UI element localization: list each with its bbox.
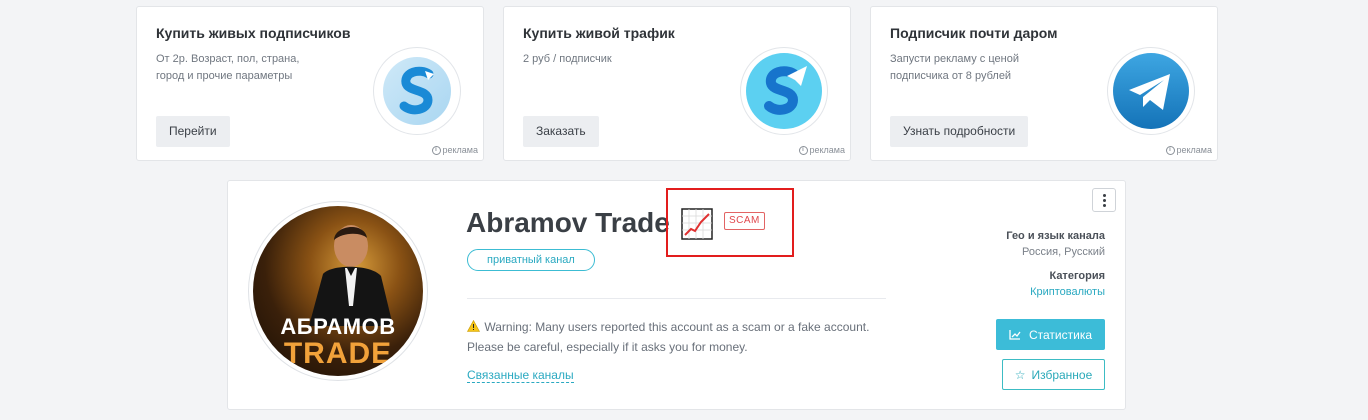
ad-note-label: реклама xyxy=(1176,145,1213,155)
info-icon: i xyxy=(798,145,808,155)
warning-icon xyxy=(466,319,481,338)
ad-card-cheap-subscriber: Подписчик почти даром Запусти рекламу с … xyxy=(870,6,1218,161)
s-letter-logo-icon xyxy=(373,47,461,135)
geo-value: Россия, Русский xyxy=(1022,246,1105,258)
related-channels-link[interactable]: Связанные каналы xyxy=(467,368,574,383)
ad-description: Запусти рекламу с ценой подписчика от 8 … xyxy=(890,53,1019,82)
divider xyxy=(467,298,886,299)
more-options-button[interactable] xyxy=(1092,188,1116,212)
ad-details-button[interactable]: Узнать подробности xyxy=(890,116,1029,147)
ad-order-button[interactable]: Заказать xyxy=(523,116,599,147)
statistics-label: Статистика xyxy=(1028,327,1093,342)
avatar-text-line2: TRADE xyxy=(283,337,393,370)
geo-label: Гео и язык канала xyxy=(1006,230,1105,242)
private-channel-badge: приватный канал xyxy=(467,249,595,271)
ad-note-label: реклама xyxy=(809,145,846,155)
info-icon: i xyxy=(1165,145,1175,155)
ad-note-label: реклама xyxy=(442,145,479,155)
ad-title: Подписчик почти даром xyxy=(890,25,1058,41)
channel-title: Abramov Trade xyxy=(466,207,670,238)
info-icon: i xyxy=(431,145,441,155)
category-label: Категория xyxy=(1049,270,1105,282)
ad-note: i реклама xyxy=(798,145,846,155)
ad-note: i реклама xyxy=(431,145,479,155)
ad-note: i реклама xyxy=(1165,145,1213,155)
avatar-image: АБРАМОВ TRADE xyxy=(253,206,423,376)
star-icon: ☆ xyxy=(1014,367,1026,382)
warning-line2: Please be careful, especially if it asks… xyxy=(467,340,748,354)
ad-description: От 2р. Возраст, пол, страна, город и про… xyxy=(156,53,300,82)
ad-card-traffic: Купить живой трафик 2 руб / подписчик За… xyxy=(503,6,851,161)
favorite-button[interactable]: ☆ Избранное xyxy=(1002,359,1105,390)
ad-title: Купить живых подписчиков xyxy=(156,25,351,41)
ad-description: 2 руб / подписчик xyxy=(523,53,612,65)
geo-block: Гео и язык канала Россия, Русский xyxy=(1006,228,1105,260)
telegram-logo-icon xyxy=(1107,47,1195,135)
category-link[interactable]: Криптовалюты xyxy=(1030,284,1105,300)
category-block: Категория Криптовалюты xyxy=(1030,268,1105,300)
ad-go-button[interactable]: Перейти xyxy=(156,116,230,147)
channel-avatar: АБРАМОВ TRADE xyxy=(248,201,428,381)
s-paperplane-logo-icon xyxy=(740,47,828,135)
ad-title: Купить живой трафик xyxy=(523,25,675,41)
statistics-button[interactable]: Статистика xyxy=(996,319,1105,350)
highlight-box xyxy=(666,188,794,257)
favorite-label: Избранное xyxy=(1031,367,1093,382)
channel-card: АБРАМОВ TRADE Abramov Trade SCAM приватн… xyxy=(227,180,1126,410)
chart-line-icon xyxy=(1009,329,1021,340)
ad-card-followers: Купить живых подписчиков От 2р. Возраст,… xyxy=(136,6,484,161)
warning-line1: Warning: Many users reported this accoun… xyxy=(484,320,870,334)
scam-warning: Warning: Many users reported this accoun… xyxy=(466,318,887,357)
